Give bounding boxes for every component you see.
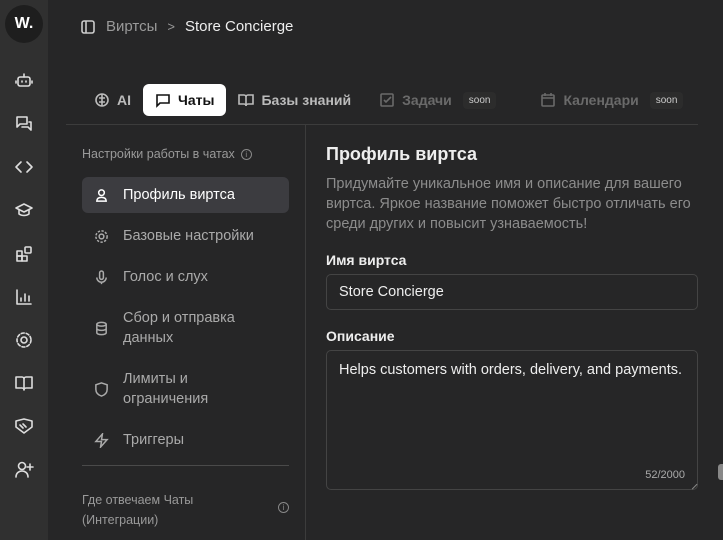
message-icon xyxy=(156,94,170,108)
breadcrumb-current: Store Concierge xyxy=(184,18,294,35)
name-input[interactable]: Store Concierge xyxy=(326,274,698,310)
name-label: Имя виртса xyxy=(326,252,407,268)
breadcrumb: Виртсы > Store Concierge xyxy=(80,18,293,35)
profile-panel: Профиль виртса Придумайте уникальное имя… xyxy=(326,144,698,490)
menu-item-basic[interactable]: Базовые настройки xyxy=(82,218,289,254)
shield-icon xyxy=(95,381,108,397)
info-icon[interactable]: i xyxy=(278,502,289,513)
app-logo[interactable]: W. xyxy=(5,5,43,43)
divider xyxy=(82,465,289,466)
apps-icon[interactable] xyxy=(14,244,34,264)
divider xyxy=(305,124,306,540)
sidebar-toggle-icon[interactable] xyxy=(80,19,96,35)
bot-icon[interactable] xyxy=(14,70,34,90)
menu-item-triggers[interactable]: Триггеры xyxy=(82,422,289,458)
book-icon[interactable] xyxy=(14,373,34,393)
menu-label: Профиль виртса xyxy=(123,187,235,203)
zap-icon xyxy=(94,432,109,448)
handshake-icon[interactable] xyxy=(14,416,34,436)
tab-label: Задачи xyxy=(402,92,452,108)
tab-label: Базы знаний xyxy=(261,92,352,108)
tab-tasks: Задачи soon xyxy=(367,84,508,116)
tab-label: AI xyxy=(117,92,131,108)
menu-item-data[interactable]: Сбор и отправка данных xyxy=(82,300,289,356)
code-icon[interactable] xyxy=(14,157,34,177)
menu-label: Сбор и отправка данных xyxy=(123,310,235,346)
settings-title: Настройки работы в чатах i xyxy=(82,147,252,161)
description-label: Описание xyxy=(326,328,395,344)
gear-icon xyxy=(95,229,108,243)
integrations-title: Где отвечаем Чаты (Интеграции) xyxy=(82,493,194,527)
char-counter: 52/2000 xyxy=(645,469,685,481)
settings-title-text: Настройки работы в чатах xyxy=(82,147,235,161)
brain-icon xyxy=(95,93,109,107)
info-icon[interactable]: i xyxy=(240,148,252,160)
tab-label: Чаты xyxy=(178,92,215,108)
checkbox-icon xyxy=(380,93,394,107)
integrations-section[interactable]: Где отвечаем Чаты (Интеграции) i xyxy=(82,490,289,530)
resize-handle[interactable] xyxy=(687,479,698,490)
menu-item-voice[interactable]: Голос и слух xyxy=(82,259,289,295)
tab-knowledge[interactable]: Базы знаний xyxy=(226,84,363,116)
tab-bar: AI Чаты Базы знаний Задачи soon Календари… xyxy=(82,84,695,116)
tab-calendars: Календари soon xyxy=(528,84,695,116)
soon-badge: soon xyxy=(462,91,497,109)
analytics-icon[interactable] xyxy=(14,287,34,307)
menu-label: Лимиты и ограничения xyxy=(123,371,209,407)
page-title: Профиль виртса xyxy=(326,144,477,164)
breadcrumb-parent[interactable]: Виртсы xyxy=(106,18,157,35)
chevron-right-icon: > xyxy=(167,19,175,34)
page-description: Придумайте уникальное имя и описание для… xyxy=(326,176,691,232)
tab-label: Календари xyxy=(563,92,639,108)
chats-icon[interactable] xyxy=(14,114,34,134)
add-user-icon[interactable] xyxy=(14,459,34,479)
tab-chats[interactable]: Чаты xyxy=(143,84,227,116)
scrollbar-handle[interactable] xyxy=(718,464,723,480)
description-value: Helps customers with orders, delivery, a… xyxy=(339,362,683,378)
menu-label: Базовые настройки xyxy=(123,228,254,244)
book-open-icon xyxy=(238,94,255,107)
description-textarea[interactable]: Helps customers with orders, delivery, a… xyxy=(326,350,698,490)
soon-badge: soon xyxy=(649,91,684,109)
menu-item-profile[interactable]: Профиль виртса xyxy=(82,177,289,213)
menu-label: Голос и слух xyxy=(123,269,208,285)
menu-label: Триггеры xyxy=(123,432,185,448)
mic-icon xyxy=(96,269,107,284)
calendar-icon xyxy=(541,93,556,107)
tab-ai[interactable]: AI xyxy=(82,84,143,116)
graduation-icon[interactable] xyxy=(14,200,34,220)
user-icon xyxy=(96,188,107,202)
settings-menu: Профиль виртса Базовые настройки Голос и… xyxy=(82,177,289,463)
menu-item-limits[interactable]: Лимиты и ограничения xyxy=(82,361,289,417)
divider xyxy=(66,124,698,125)
database-icon xyxy=(96,321,107,335)
settings-icon[interactable] xyxy=(14,330,34,350)
icon-rail: W. xyxy=(0,0,48,540)
